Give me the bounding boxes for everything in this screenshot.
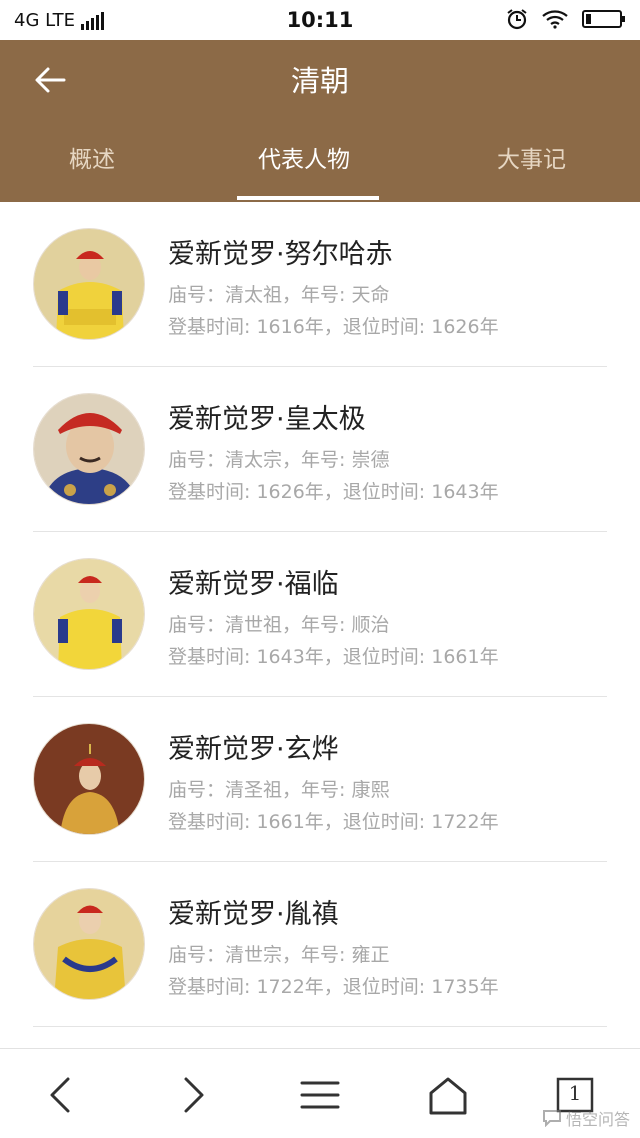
- menu-button[interactable]: [296, 1075, 344, 1115]
- reign-dates-text: 登基时间: 1626年，退位时间: 1643年: [168, 481, 499, 503]
- list-item[interactable]: 爱新觉罗·福临 庙号：清世祖，年号: 顺治 登基时间: 1643年，退位时间: …: [0, 532, 640, 697]
- figure-name: 爱新觉罗·玄烨: [168, 734, 339, 765]
- reign-dates-text: 登基时间: 1722年，退位时间: 1735年: [168, 976, 499, 998]
- status-icons: [506, 8, 626, 30]
- figure-name: 爱新觉罗·努尔哈赤: [168, 239, 393, 270]
- battery-icon: [582, 10, 625, 28]
- status-bar: 4G LTE 10:11: [0, 0, 640, 40]
- menu-icon: [300, 1081, 340, 1109]
- chat-bubble-icon: [542, 1110, 561, 1127]
- chevron-right-icon: [184, 1077, 204, 1113]
- reign-dates-text: 登基时间: 1643年，退位时间: 1661年: [168, 646, 499, 668]
- temple-era-text: 庙号：清圣祖，年号: 康熙: [168, 779, 390, 801]
- figures-list: 爱新觉罗·努尔哈赤 庙号：清太祖，年号: 天命 登基时间: 1616年，退位时间…: [0, 202, 640, 1027]
- reign-dates-text: 登基时间: 1661年，退位时间: 1722年: [168, 811, 499, 833]
- alarm-icon: [507, 9, 527, 30]
- tab-count: 1: [568, 1081, 582, 1105]
- tab-overview[interactable]: 概述: [69, 140, 115, 174]
- portrait-avatar: [33, 393, 145, 505]
- list-item[interactable]: 爱新觉罗·努尔哈赤 庙号：清太祖，年号: 天命 登基时间: 1616年，退位时间…: [0, 202, 640, 367]
- temple-era-text: 庙号：清世宗，年号: 雍正: [168, 944, 390, 966]
- home-button[interactable]: [424, 1075, 472, 1115]
- nav-forward-button[interactable]: [168, 1075, 216, 1115]
- list-item[interactable]: 爱新觉罗·玄烨 庙号：清圣祖，年号: 康熙 登基时间: 1661年，退位时间: …: [0, 697, 640, 862]
- portrait-avatar: [33, 558, 145, 670]
- app-header: 清朝 概述 代表人物 大事记: [0, 40, 640, 202]
- divider: [33, 1026, 607, 1027]
- figure-name: 爱新觉罗·胤禛: [168, 899, 339, 930]
- home-icon: [429, 1077, 467, 1115]
- figure-name: 爱新觉罗·皇太极: [168, 404, 366, 435]
- reign-dates-text: 登基时间: 1616年，退位时间: 1626年: [168, 316, 499, 338]
- portrait-avatar: [33, 228, 145, 340]
- list-item[interactable]: 爱新觉罗·胤禛 庙号：清世宗，年号: 雍正 登基时间: 1722年，退位时间: …: [0, 862, 640, 1027]
- tab-figures[interactable]: 代表人物: [258, 140, 350, 174]
- temple-era-text: 庙号：清世祖，年号: 顺治: [168, 614, 390, 636]
- portrait-avatar: [33, 888, 145, 1000]
- nav-back-button[interactable]: [38, 1075, 86, 1115]
- temple-era-text: 庙号：清太祖，年号: 天命: [168, 284, 390, 306]
- figure-name: 爱新觉罗·福临: [168, 569, 339, 600]
- wifi-icon: [542, 10, 568, 29]
- page-title: 清朝: [290, 64, 349, 98]
- chevron-left-icon: [50, 1077, 70, 1113]
- watermark: 悟空问答: [542, 1106, 630, 1130]
- tab-events[interactable]: 大事记: [497, 140, 566, 174]
- active-tab-indicator: [237, 196, 379, 200]
- watermark-text: 悟空问答: [565, 1110, 630, 1129]
- list-item[interactable]: 爱新觉罗·皇太极 庙号：清太宗，年号: 崇德 登基时间: 1626年，退位时间:…: [0, 367, 640, 532]
- temple-era-text: 庙号：清太宗，年号: 崇德: [168, 449, 390, 471]
- bottom-toolbar: 1 悟空问答: [0, 1048, 640, 1138]
- portrait-avatar: [33, 723, 145, 835]
